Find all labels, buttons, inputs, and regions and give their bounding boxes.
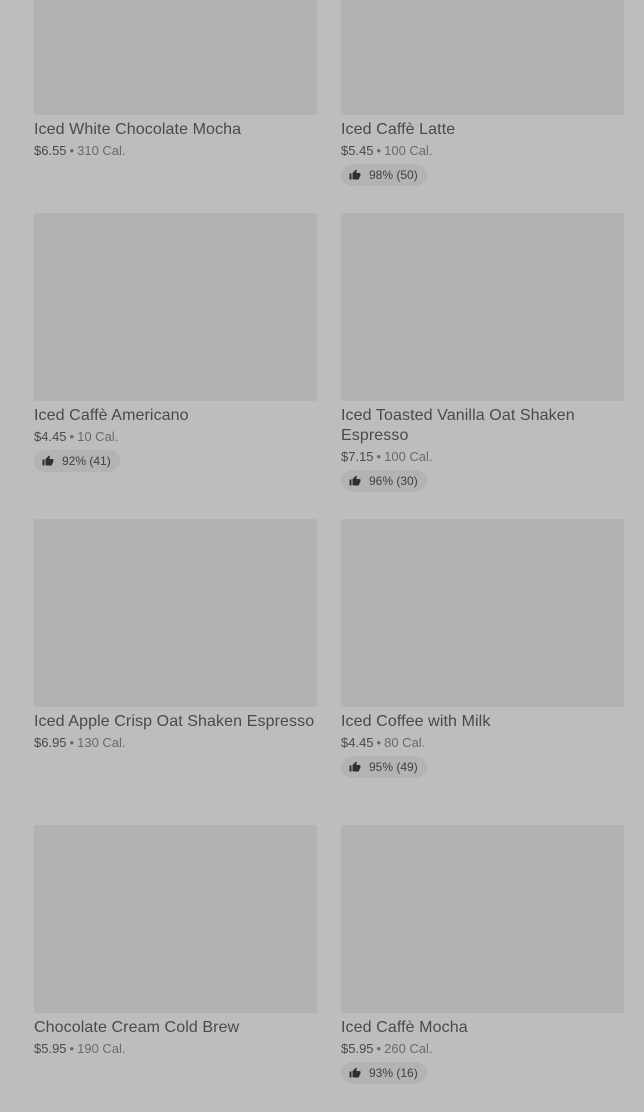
thumbs-up-icon — [42, 455, 54, 466]
product-calories: 260 Cal. — [384, 1041, 433, 1056]
product-calories: 100 Cal. — [384, 449, 433, 464]
rating-badge: 98% (50) — [341, 164, 427, 186]
rating-text: 95% (49) — [369, 760, 418, 774]
product-card[interactable]: Iced Caffè Mocha $5.95 • 260 Cal. 93% (16) — [341, 825, 624, 1112]
product-image[interactable] — [341, 825, 624, 1013]
rating-badge: 93% (16) — [341, 1062, 427, 1084]
product-name[interactable]: Iced Toasted Vanilla Oat Shaken Espresso — [341, 406, 624, 446]
product-card[interactable]: Iced Apple Crisp Oat Shaken Espresso $6.… — [34, 519, 317, 825]
thumbs-up-icon — [349, 475, 361, 486]
product-image[interactable] — [34, 825, 317, 1013]
product-card[interactable]: Iced White Chocolate Mocha $6.55 • 310 Cal… — [34, 0, 317, 213]
separator-dot: • — [376, 449, 382, 464]
product-price: $4.45 — [34, 429, 67, 444]
separator-dot: • — [376, 143, 382, 158]
product-calories: 80 Cal. — [384, 735, 426, 750]
product-card[interactable]: Iced Coffee with Milk $4.45 • 80 Cal. 95% … — [341, 519, 624, 825]
rating-text: 98% (50) — [369, 168, 418, 182]
product-name[interactable]: Iced Coffee with Milk — [341, 712, 624, 732]
rating-badge: 96% (30) — [341, 470, 427, 492]
separator-dot: • — [69, 429, 75, 444]
thumbs-up-icon — [349, 761, 361, 772]
product-price: $6.95 — [34, 735, 67, 750]
thumbs-up-icon — [349, 169, 361, 180]
product-image[interactable] — [34, 213, 317, 401]
product-calories: 100 Cal. — [384, 143, 433, 158]
product-card[interactable]: Iced Caffè Latte $5.45 • 100 Cal. 98% (50) — [341, 0, 624, 213]
rating-text: 96% (30) — [369, 474, 418, 488]
product-grid: Iced White Chocolate Mocha $6.55 • 310 Cal… — [34, 0, 624, 1112]
product-price: $5.45 — [341, 143, 374, 158]
rating-text: 93% (16) — [369, 1066, 418, 1080]
product-calories: 130 Cal. — [77, 735, 126, 750]
rating-badge: 95% (49) — [341, 756, 427, 778]
separator-dot: • — [69, 1041, 75, 1056]
product-card[interactable]: Iced Toasted Vanilla Oat Shaken Espresso… — [341, 213, 624, 519]
product-price: $6.55 — [34, 143, 67, 158]
product-name[interactable]: Iced Apple Crisp Oat Shaken Espresso — [34, 712, 317, 732]
product-meta: $5.95 • 260 Cal. — [341, 1041, 624, 1057]
product-meta: $6.55 • 310 Cal. — [34, 143, 317, 159]
product-meta: $5.45 • 100 Cal. — [341, 143, 624, 159]
rating-text: 92% (41) — [62, 454, 111, 468]
product-image[interactable] — [341, 213, 624, 401]
thumbs-up-icon — [349, 1067, 361, 1078]
product-card[interactable]: Iced Caffè Americano $4.45 • 10 Cal. 92% (… — [34, 213, 317, 519]
product-image[interactable] — [341, 0, 624, 115]
separator-dot: • — [69, 143, 75, 158]
product-calories: 310 Cal. — [77, 143, 126, 158]
product-meta: $5.95 • 190 Cal. — [34, 1041, 317, 1057]
product-price: $5.95 — [341, 1041, 374, 1056]
product-name[interactable]: Chocolate Cream Cold Brew — [34, 1018, 317, 1038]
product-meta: $4.45 • 80 Cal. — [341, 735, 624, 751]
rating-badge: 92% (41) — [34, 450, 120, 472]
product-price: $5.95 — [34, 1041, 67, 1056]
product-name[interactable]: Iced White Chocolate Mocha — [34, 120, 317, 140]
product-calories: 190 Cal. — [77, 1041, 126, 1056]
product-meta: $7.15 • 100 Cal. — [341, 449, 624, 465]
product-price: $4.45 — [341, 735, 374, 750]
product-name[interactable]: Iced Caffè Mocha — [341, 1018, 624, 1038]
product-image[interactable] — [34, 519, 317, 707]
product-meta: $6.95 • 130 Cal. — [34, 735, 317, 751]
separator-dot: • — [376, 735, 382, 750]
product-name[interactable]: Iced Caffè Americano — [34, 406, 317, 426]
product-meta: $4.45 • 10 Cal. — [34, 429, 317, 445]
product-card[interactable]: Chocolate Cream Cold Brew $5.95 • 190 Cal. — [34, 825, 317, 1112]
product-image[interactable] — [34, 0, 317, 115]
product-image[interactable] — [341, 519, 624, 707]
product-name[interactable]: Iced Caffè Latte — [341, 120, 624, 140]
separator-dot: • — [376, 1041, 382, 1056]
product-calories: 10 Cal. — [77, 429, 119, 444]
separator-dot: • — [69, 735, 75, 750]
product-price: $7.15 — [341, 449, 374, 464]
